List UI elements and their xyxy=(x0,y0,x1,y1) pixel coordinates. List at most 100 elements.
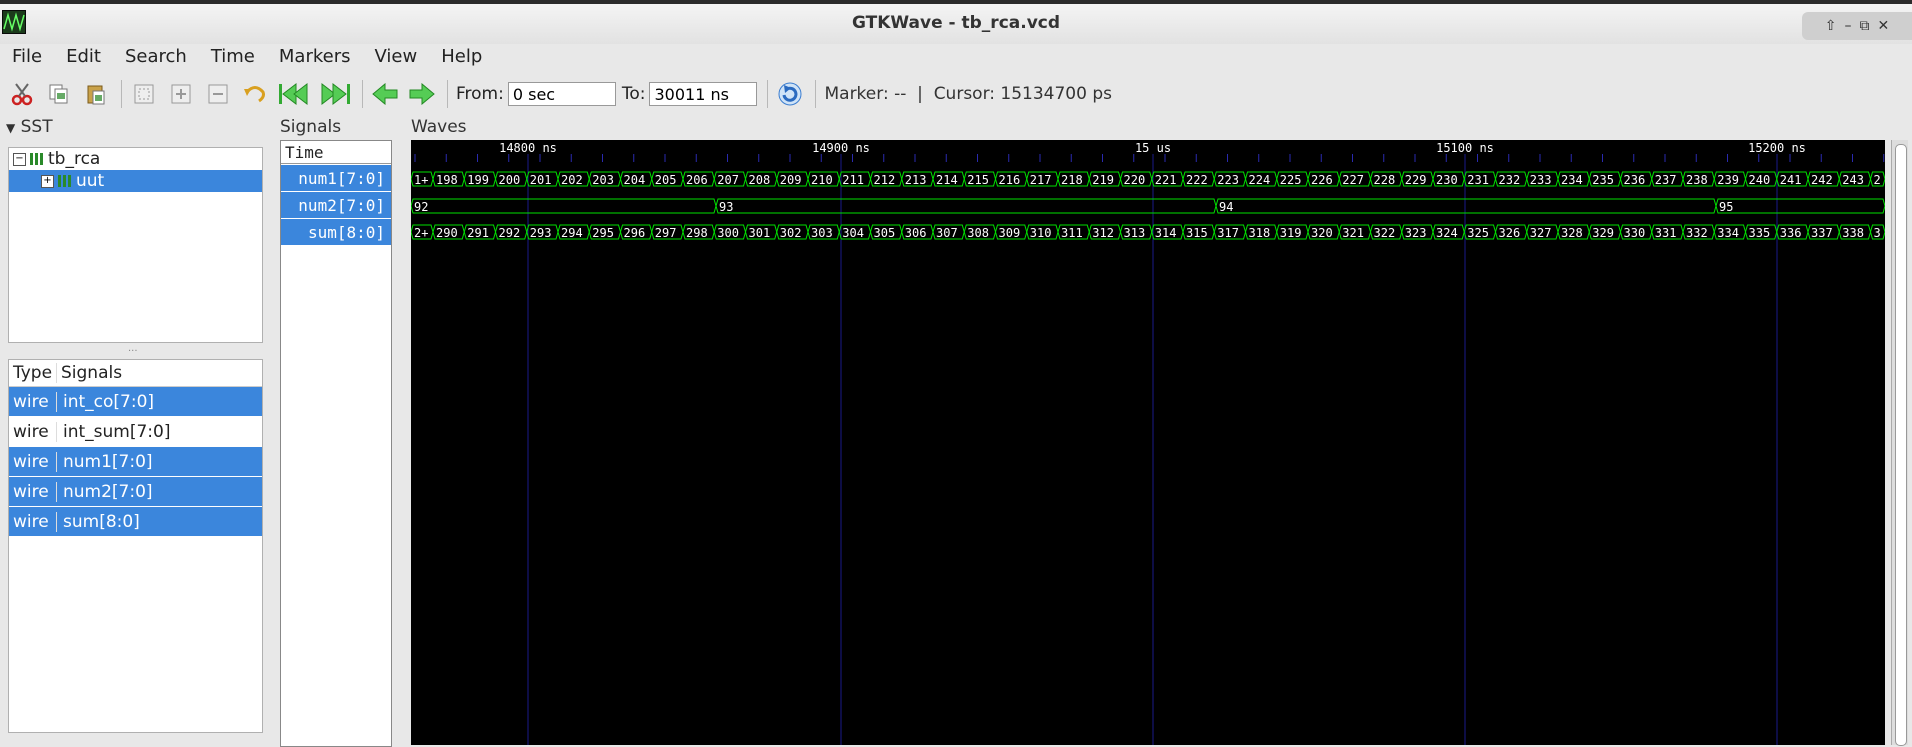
copy-icon[interactable] xyxy=(45,80,73,108)
signal-list-header: Type Signals xyxy=(9,360,262,387)
signal-type: wire xyxy=(9,421,57,442)
signal-name-num1[interactable]: num1[7:0] xyxy=(281,165,391,191)
toolbar: From: To: Marker: -- | Cursor: 15134700 … xyxy=(0,74,1912,114)
num1-value: 1+ xyxy=(414,173,428,187)
window-minimize-button[interactable]: – xyxy=(1845,18,1852,34)
num1-value: 243 xyxy=(1842,173,1864,187)
expand-toggle-icon[interactable]: + xyxy=(41,174,54,188)
num1-value: 213 xyxy=(905,173,927,187)
window-maximize-button[interactable]: ⧉ xyxy=(1860,18,1870,34)
zoom-in-icon[interactable] xyxy=(167,80,195,108)
tree-item-label: tb_rca xyxy=(48,149,101,169)
signal-row[interactable]: wire int_co[7:0] xyxy=(9,387,262,417)
num1-value: 220 xyxy=(1124,173,1146,187)
sum-value: 290 xyxy=(436,226,458,240)
tree-item-tb-rca[interactable]: − tb_rca xyxy=(9,148,262,170)
zoom-end-icon[interactable] xyxy=(319,80,351,108)
sum-value: 294 xyxy=(561,226,583,240)
sum-value: 311 xyxy=(1061,226,1083,240)
sum-value: 313 xyxy=(1124,226,1146,240)
num1-value: 204 xyxy=(624,173,646,187)
window-close-button[interactable]: ✕ xyxy=(1878,18,1890,34)
num1-value: 211 xyxy=(842,173,864,187)
sum-value: 325 xyxy=(1467,226,1489,240)
num1-value: 239 xyxy=(1717,173,1739,187)
signal-name-sum[interactable]: sum[8:0] xyxy=(281,219,391,245)
sum-value: 314 xyxy=(1155,226,1177,240)
signal-row[interactable]: wire num1[7:0] xyxy=(9,447,262,477)
menu-search[interactable]: Search xyxy=(113,46,199,67)
sum-value: 302 xyxy=(780,226,802,240)
sum-value: 293 xyxy=(530,226,552,240)
time-axis-label: 14800 ns xyxy=(499,141,557,155)
signals-pane: Time num1[7:0] num2[7:0] sum[8:0] xyxy=(280,140,392,747)
num2-segment xyxy=(1715,198,1885,214)
sum-value: 298 xyxy=(686,226,708,240)
num1-value: 241 xyxy=(1780,173,1802,187)
paste-icon[interactable] xyxy=(82,80,110,108)
prev-edge-icon[interactable] xyxy=(371,80,399,108)
next-edge-icon[interactable] xyxy=(408,80,436,108)
zoom-out-icon[interactable] xyxy=(204,80,232,108)
sst-signal-list: Type Signals wire int_co[7:0] wire int_sum[… xyxy=(8,359,263,733)
sum-value: 303 xyxy=(811,226,833,240)
menu-markers[interactable]: Markers xyxy=(267,46,363,67)
menu-help[interactable]: Help xyxy=(429,46,494,67)
num2-value: 93 xyxy=(719,200,733,214)
signal-name: num1[7:0] xyxy=(63,451,153,472)
num1-value: 237 xyxy=(1655,173,1677,187)
sum-value: 336 xyxy=(1780,226,1802,240)
tree-item-uut[interactable]: + uut xyxy=(9,170,262,192)
sst-label[interactable]: ▼ SST xyxy=(6,117,53,137)
signal-type: wire xyxy=(9,511,57,532)
signal-name-num2[interactable]: num2[7:0] xyxy=(281,192,391,218)
num1-value: 226 xyxy=(1311,173,1333,187)
to-time-input[interactable] xyxy=(649,82,758,106)
num1-value: 225 xyxy=(1280,173,1302,187)
menu-file[interactable]: File xyxy=(0,46,54,67)
signal-name: sum[8:0] xyxy=(63,511,140,532)
sum-value: 296 xyxy=(624,226,646,240)
num1-value: 217 xyxy=(1030,173,1052,187)
collapse-toggle-icon[interactable]: − xyxy=(13,152,26,166)
signal-row[interactable]: wire sum[8:0] xyxy=(9,507,262,537)
num1-value: 199 xyxy=(467,173,489,187)
sum-value: 305 xyxy=(874,226,896,240)
num1-value: 236 xyxy=(1624,173,1646,187)
type-column-header[interactable]: Type xyxy=(9,363,57,383)
menu-edit[interactable]: Edit xyxy=(54,46,113,67)
cut-icon[interactable] xyxy=(8,80,36,108)
vertical-scrollbar[interactable] xyxy=(1891,140,1908,746)
pane-splitter[interactable]: ··· xyxy=(128,346,138,357)
zoom-fit-icon[interactable] xyxy=(130,80,158,108)
sum-value: 334 xyxy=(1717,226,1739,240)
signal-row[interactable]: wire num2[7:0] xyxy=(9,477,262,507)
num1-value: 232 xyxy=(1499,173,1521,187)
num1-value: 242 xyxy=(1811,173,1833,187)
window-up-button[interactable]: ⇧ xyxy=(1825,18,1837,34)
waveform-view[interactable]: 14800 ns 14900 ns 15 us 15100 ns 15200 ns 1+ 1… xyxy=(411,140,1885,745)
scrollbar-thumb[interactable] xyxy=(1895,144,1907,746)
sum-value: 337 xyxy=(1811,226,1833,240)
time-axis-label: 15200 ns xyxy=(1748,141,1806,155)
sum-value: 300 xyxy=(717,226,739,240)
zoom-start-icon[interactable] xyxy=(278,80,310,108)
reload-icon[interactable] xyxy=(776,80,804,108)
menu-view[interactable]: View xyxy=(363,46,430,67)
num1-value: 233 xyxy=(1530,173,1552,187)
menu-time[interactable]: Time xyxy=(199,46,267,67)
toolbar-separator xyxy=(815,80,817,108)
sum-value: 323 xyxy=(1405,226,1427,240)
num1-value: 235 xyxy=(1592,173,1614,187)
sum-value: 301 xyxy=(749,226,771,240)
sum-value: 329 xyxy=(1592,226,1614,240)
num1-value: 229 xyxy=(1405,173,1427,187)
from-time-input[interactable] xyxy=(507,82,616,106)
num1-value: 230 xyxy=(1436,173,1458,187)
sum-value: 319 xyxy=(1280,226,1302,240)
menu-bar: File Edit Search Time Markers View Help xyxy=(0,44,1912,68)
waveform-canvas[interactable]: 14800 ns 14900 ns 15 us 15100 ns 15200 ns 1+ 1… xyxy=(411,140,1885,745)
signal-row[interactable]: wire int_sum[7:0] xyxy=(9,417,262,447)
signals-column-header[interactable]: Signals xyxy=(57,363,122,383)
undo-zoom-icon[interactable] xyxy=(241,80,269,108)
